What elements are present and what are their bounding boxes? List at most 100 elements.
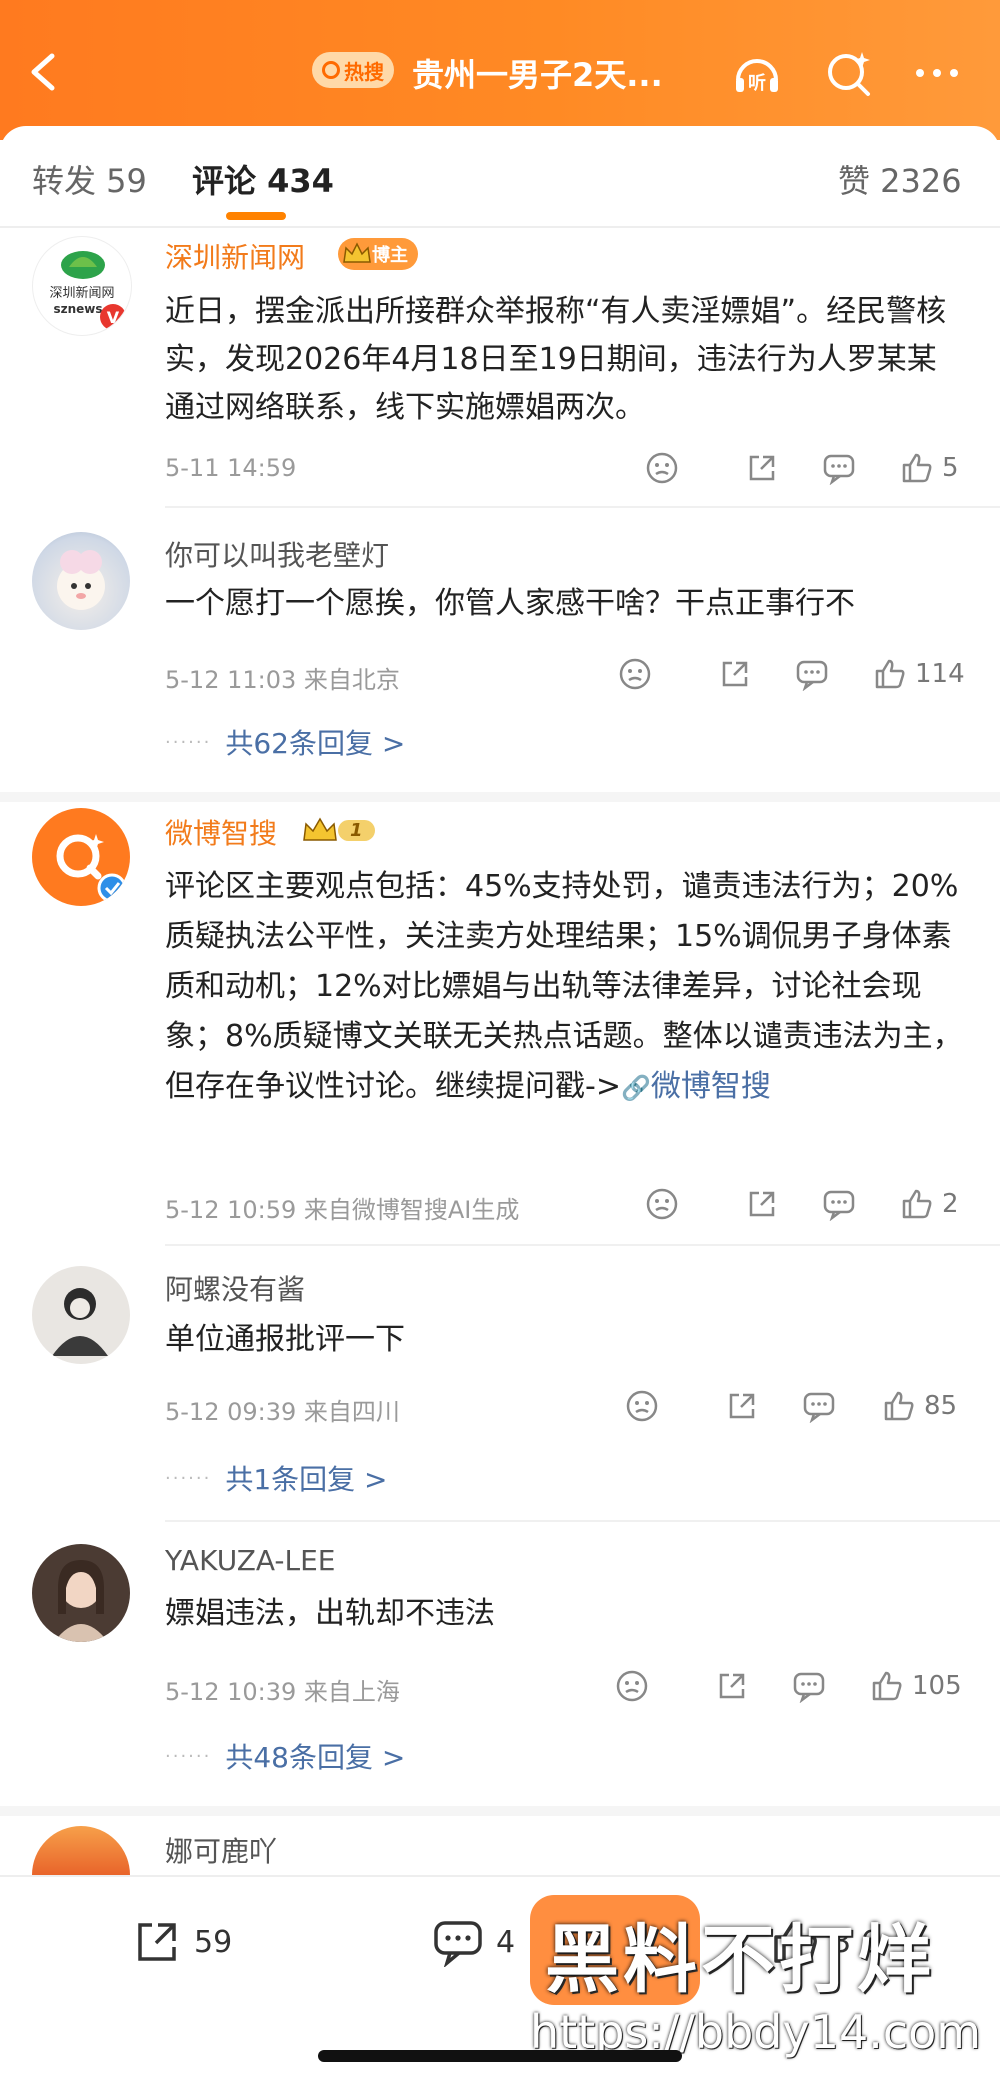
like-button[interactable]: 85 (882, 1386, 957, 1426)
reply-button[interactable] (795, 654, 829, 694)
tab-comment[interactable]: 评论 434 (192, 156, 334, 202)
page-title[interactable]: 贵州一男子2天... (412, 50, 663, 96)
comment-time: 5-11 14:59 (165, 454, 297, 482)
thumbs-up-icon (902, 1189, 932, 1219)
more-icon (916, 69, 958, 77)
tab-like[interactable]: 赞 2326 (838, 156, 962, 202)
comment-text: 一个愿打一个愿挨，你管人家感干啥？干点正事行不 (165, 586, 855, 621)
watermark-text: 黑料不打烊 (545, 1917, 935, 2003)
crown-icon (343, 242, 371, 263)
dotted-leader: ······ (165, 1467, 212, 1489)
replies-label: 共1条回复 > (225, 1463, 388, 1496)
share-icon (719, 1673, 745, 1699)
share-button[interactable] (745, 1184, 779, 1224)
username[interactable]: 深圳新闻网 (165, 236, 305, 276)
replies-link[interactable]: ······ 共1条回复 > (165, 1458, 388, 1498)
like-count: 85 (924, 1391, 958, 1421)
share-button[interactable] (745, 448, 779, 488)
level-badge: 1 (302, 814, 375, 846)
like-count: 2 (942, 1189, 959, 1219)
replies-link[interactable]: ······ 共48条回复 > (165, 1736, 405, 1776)
username[interactable]: YAKUZA-LEE (165, 1544, 336, 1577)
tab-repost[interactable]: 转发 59 (32, 156, 147, 202)
weibo-search-logo-icon (56, 834, 127, 903)
comment-icon (796, 660, 828, 691)
active-tab-indicator (226, 212, 286, 220)
share-button[interactable] (725, 1386, 759, 1426)
reply-button[interactable] (792, 1666, 826, 1706)
headphones-icon: 听 (736, 59, 778, 94)
share-icon (729, 1393, 755, 1419)
share-button[interactable] (718, 654, 752, 694)
username[interactable]: 你可以叫我老壁灯 (165, 534, 389, 574)
like-button[interactable]: 114 (873, 654, 965, 694)
comment-icon (823, 1190, 855, 1221)
ai-search-link-label: 微博智搜 (650, 1069, 771, 1104)
listen-button[interactable]: 听 (730, 46, 784, 100)
like-button[interactable]: 105 (870, 1666, 962, 1706)
comment-button[interactable]: 4 (432, 1917, 515, 1967)
emoji-button[interactable] (645, 448, 679, 488)
emoji-button[interactable] (618, 654, 652, 694)
username[interactable]: 微博智搜 (165, 812, 277, 852)
like-button[interactable]: 5 (900, 448, 959, 488)
svg-text:sznews: sznews (53, 302, 102, 316)
emoji-button[interactable] (625, 1386, 659, 1426)
ai-search-button[interactable] (822, 46, 876, 100)
hot-badge-label: 热搜 (344, 59, 384, 84)
replies-label: 共62条回复 > (225, 727, 406, 760)
badge-label: 博主 (372, 245, 408, 266)
tabs-divider (0, 226, 1000, 228)
emoji-button[interactable] (615, 1666, 649, 1706)
emoji-face-icon (646, 1188, 678, 1220)
avatar[interactable] (32, 1544, 130, 1642)
comment-divider (165, 506, 1000, 508)
username[interactable]: 阿螺没有酱 (165, 1268, 305, 1308)
ai-search-link[interactable]: 🔗微博智搜 (621, 1069, 771, 1104)
user-avatar-icon (52, 1288, 108, 1356)
reply-button[interactable] (822, 1184, 856, 1224)
listen-label: 听 (748, 72, 766, 94)
like-count: 114 (915, 659, 965, 689)
like-count: 105 (912, 1671, 962, 1701)
share-icon (749, 1191, 775, 1217)
dotted-leader: ······ (165, 731, 212, 753)
avatar[interactable] (32, 808, 130, 906)
home-indicator[interactable] (318, 2050, 682, 2062)
emoji-face-icon (626, 1390, 658, 1422)
crown-icon (303, 817, 337, 841)
replies-link[interactable]: ······ 共62条回复 > (165, 722, 405, 762)
comment-text: 近日，摆金派出所接群众举报称“有人卖淫嫖娼”。经民警核实，发现2026年4月18… (165, 294, 947, 425)
avatar[interactable]: 深圳新闻网 sznews V (32, 236, 132, 336)
comment-text: 单位通报批评一下 (165, 1322, 405, 1357)
hot-search-badge[interactable]: 热搜 (312, 52, 394, 88)
comment-count: 4 (496, 1924, 516, 1960)
comment-time: 5-12 10:59 来自微博智搜AI生成 (165, 1196, 520, 1224)
avatar[interactable] (32, 532, 130, 630)
reply-button[interactable] (822, 448, 856, 488)
comment-time: 5-12 10:39 来自上海 (165, 1678, 400, 1706)
username[interactable]: 娜可鹿吖 (165, 1830, 277, 1870)
back-button[interactable] (22, 50, 66, 94)
search-icon (828, 52, 870, 96)
share-button[interactable] (715, 1666, 749, 1706)
repost-count: 59 (194, 1924, 233, 1960)
comment-icon (823, 454, 855, 485)
comment-divider (165, 1520, 1000, 1522)
like-button[interactable]: 2 (900, 1184, 959, 1224)
thumbs-up-icon (875, 659, 905, 689)
more-button[interactable] (910, 46, 964, 100)
repost-button[interactable]: 59 (132, 1917, 232, 1967)
comment-text: 评论区主要观点包括：45%支持处罚，谴责违法行为；20%质疑执法公平性，关注卖方… (165, 862, 965, 1113)
emoji-face-icon (616, 1670, 648, 1702)
badge-label: 1 (338, 819, 375, 841)
thumbs-up-icon (884, 1391, 914, 1421)
reply-button[interactable] (802, 1386, 836, 1426)
cartoon-sheep-icon (57, 550, 105, 610)
share-icon (722, 661, 748, 687)
emoji-button[interactable] (645, 1184, 679, 1224)
comment-time: 5-12 09:39 来自四川 (165, 1398, 400, 1426)
avatar[interactable] (32, 1266, 130, 1364)
user-avatar-icon (54, 1560, 108, 1642)
link-icon: 🔗 (620, 1074, 651, 1102)
